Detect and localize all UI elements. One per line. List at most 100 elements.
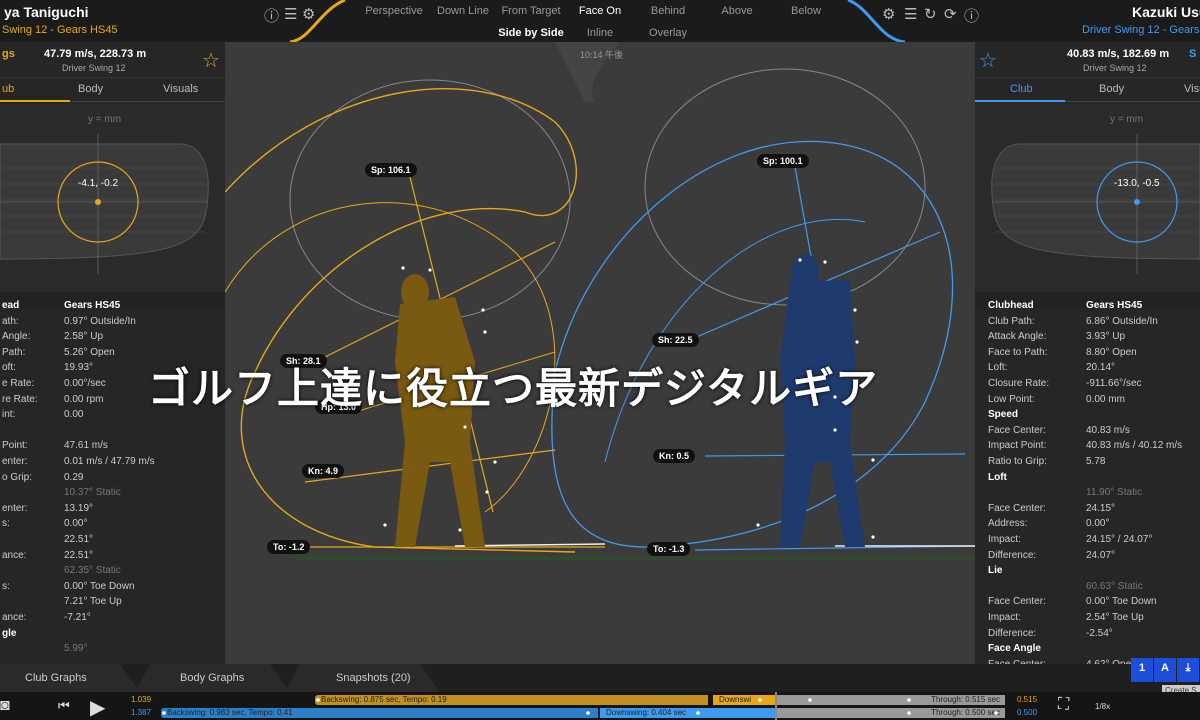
stat-value: 7.21° Toe Up xyxy=(64,596,122,608)
tab-club[interactable]: ub xyxy=(2,83,14,95)
playback-speed[interactable]: 1/8x xyxy=(1095,702,1110,711)
stat-value: 62.35° Static xyxy=(64,565,121,577)
tab-perspective[interactable]: Perspective xyxy=(354,5,434,17)
left-player-swing[interactable]: Swing 12 - Gears HS45 xyxy=(2,24,118,36)
stat-value: 6.86° Outside/In xyxy=(1086,315,1158,327)
gear-icon-right[interactable]: ⚙ xyxy=(882,5,895,23)
stat-label: Attack Angle: xyxy=(988,331,1047,343)
stat-value: 0.01 m/s / 47.79 m/s xyxy=(64,456,155,467)
right-swing-label: Driver Swing 12 xyxy=(1083,63,1147,73)
right-stats-panel: ☆ 40.83 m/s, 182.69 m Driver Swing 12 S … xyxy=(975,42,1200,664)
refresh-icon[interactable]: ⟳ xyxy=(944,5,957,23)
stat-value: 24.07° xyxy=(1086,549,1116,561)
gear-icon[interactable]: ⚙ xyxy=(302,5,315,23)
stat-label: oft: xyxy=(2,362,16,374)
stat-label: Impact Point: xyxy=(988,440,1047,452)
stat-label: Point: xyxy=(2,440,28,452)
tab-body[interactable]: Body xyxy=(78,83,103,95)
tab-club-graphs[interactable]: Club Graphs xyxy=(25,672,87,684)
download-icon[interactable]: ⤓ xyxy=(1177,658,1199,682)
tab-body-graphs[interactable]: Body Graphs xyxy=(180,672,244,684)
stat-value: 2.58° Up xyxy=(64,331,104,343)
right-player-swing[interactable]: Driver Swing 12 - Gears usu xyxy=(1082,24,1200,36)
stat-label: Address: xyxy=(988,518,1028,530)
tab-visuals-right[interactable]: Visuals xyxy=(1184,83,1200,95)
timeline-bottom-right: 0.500 xyxy=(1017,708,1038,717)
stat-value: 0.00 rpm xyxy=(64,393,104,405)
tab-from-target[interactable]: From Target xyxy=(491,5,571,17)
fullscreen-icon[interactable]: ⛶ xyxy=(1058,696,1069,714)
tag-sp-right: Sp: 100.1 xyxy=(757,154,809,168)
stat-label: Face Center: xyxy=(988,424,1046,436)
info-icon-right[interactable]: ⓘ xyxy=(964,5,979,26)
stat-label: Face Center: xyxy=(988,596,1046,608)
info-icon[interactable]: ⓘ xyxy=(264,5,279,26)
tab-snapshots[interactable]: Snapshots (20) xyxy=(336,672,411,684)
stat-value: 10.37° Static xyxy=(64,487,121,499)
badge-1[interactable]: 1 xyxy=(1131,658,1153,682)
left-result: 47.79 m/s, 228.73 m xyxy=(44,48,147,60)
tab-overlay[interactable]: Overlay xyxy=(628,27,708,39)
stat-value: 13.19° xyxy=(64,502,94,514)
timeline-top-right: 0.515 xyxy=(1017,695,1038,704)
stat-value: 47.61 m/s xyxy=(64,440,108,452)
list-icon-right[interactable]: ☰ xyxy=(904,5,917,23)
stat-value: 5.99° xyxy=(64,643,88,655)
star-icon[interactable]: ☆ xyxy=(202,48,220,73)
stat-label: Difference: xyxy=(988,627,1037,639)
left-player-name: ya Taniguchi xyxy=(4,4,89,20)
tag-to-left: To: -1.2 xyxy=(267,540,311,554)
stat-label: ance: xyxy=(2,612,27,623)
stat-value: Gears HS45 xyxy=(64,300,121,311)
stat-value: 3.93° Up xyxy=(1086,331,1126,343)
right-impact-value: -13.0, -0.5 xyxy=(1114,178,1160,189)
stat-value: 22.51° xyxy=(64,534,94,545)
stat-label: s: xyxy=(2,580,10,592)
tag-to-right: To: -1.3 xyxy=(647,542,691,556)
right-clubface-svg xyxy=(991,134,1200,274)
stat-value: 0.00 xyxy=(64,409,84,421)
stat-label: Path: xyxy=(2,346,26,358)
tab-club-right[interactable]: Club xyxy=(1010,83,1033,95)
tab-above[interactable]: Above xyxy=(697,5,777,17)
tab-behind[interactable]: Behind xyxy=(628,5,708,17)
badge-a[interactable]: A xyxy=(1154,658,1176,682)
stat-value: 11.90° Static xyxy=(1086,487,1143,499)
rotate-icon[interactable]: ↻ xyxy=(924,5,937,23)
timestamp: 10:14 午後 xyxy=(580,50,624,60)
stat-value: 0.00 mm xyxy=(1086,393,1125,405)
tab-side-by-side[interactable]: Side by Side xyxy=(491,27,571,39)
stat-label: Speed xyxy=(988,409,1019,421)
tab-below[interactable]: Below xyxy=(766,5,846,17)
stat-label: Impact: xyxy=(988,534,1021,545)
left-impact-value: -4.1, -0.2 xyxy=(78,178,119,189)
promo-overlay-text: ゴルフ上達に役立つ最新デジタルギア xyxy=(148,365,879,412)
stat-label: ance: xyxy=(2,549,27,561)
stat-value: Gears HS45 xyxy=(1086,300,1143,311)
stat-label: ath: xyxy=(2,315,19,327)
stat-label: Club Path: xyxy=(988,315,1035,327)
stat-label: Difference: xyxy=(988,549,1037,561)
stat-value: 0.00° Toe Down xyxy=(64,580,135,592)
stat-label: Angle: xyxy=(2,331,31,343)
stat-label: Closure Rate: xyxy=(988,378,1050,389)
3d-viewport[interactable]: 10:14 午後 Sp: 106.1 Sh: 28.1 Hp: 13.0 Kn:… xyxy=(225,42,975,664)
star-icon-right[interactable]: ☆ xyxy=(979,48,997,73)
stat-label: Low Point: xyxy=(988,393,1035,405)
tab-body-right[interactable]: Body xyxy=(1099,83,1124,95)
left-face-impact-graphic: y = mm x -4.1, -0.2 xyxy=(0,104,225,294)
stat-label: ead xyxy=(2,300,20,311)
stat-label: re Rate: xyxy=(2,393,38,405)
stat-value: 20.14° xyxy=(1086,362,1116,374)
stat-label: Lie xyxy=(988,565,1003,577)
list-icon[interactable]: ☰ xyxy=(284,5,297,23)
stat-value: 0.00° xyxy=(1086,518,1110,530)
stat-label: Clubhead xyxy=(988,300,1034,311)
stat-label: gle xyxy=(2,627,17,639)
tab-visuals[interactable]: Visuals xyxy=(163,83,198,95)
stat-label: e Rate: xyxy=(2,378,35,389)
stat-value: 40.83 m/s / 40.12 m/s xyxy=(1086,440,1183,452)
right-panel-tabs: Club Body Visuals xyxy=(975,78,1200,102)
stat-value: 19.93° xyxy=(64,362,94,374)
right-data-list: Clubhead Gears HS45 Club Path: 6.86° Outsid… xyxy=(975,292,1200,664)
